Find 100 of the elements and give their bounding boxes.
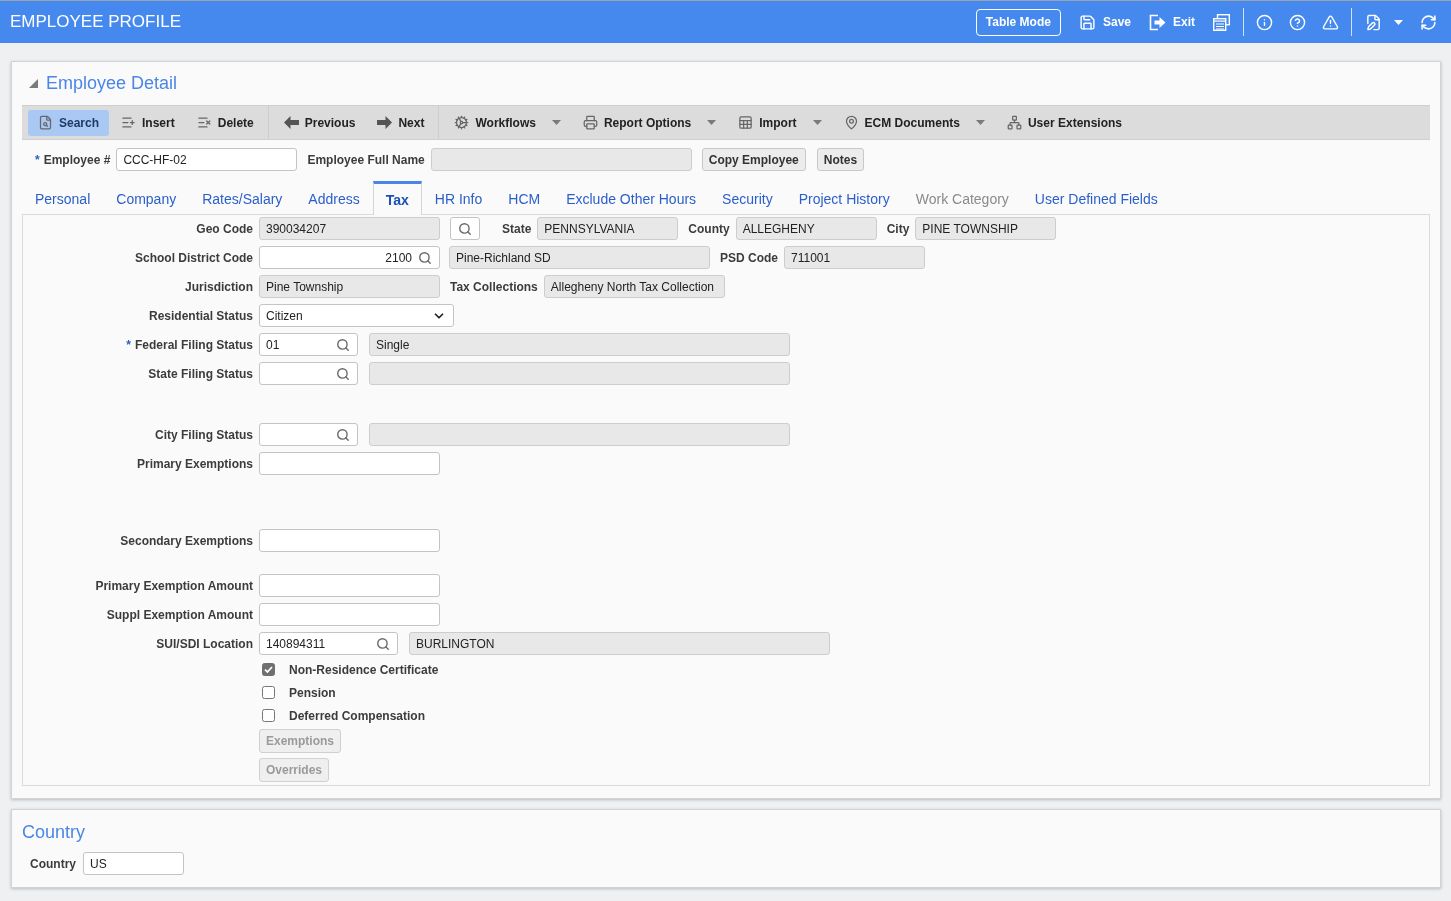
checkbox-label[interactable]: Pension <box>289 685 336 700</box>
save-icon <box>1078 13 1096 31</box>
field-label: Residential Status <box>148 308 253 323</box>
list-plus-icon <box>121 115 137 130</box>
required-mark: * <box>126 337 131 352</box>
search-icon[interactable] <box>418 250 432 265</box>
text-field: PINE TOWNSHIP <box>915 217 1057 240</box>
map-pin-icon <box>843 115 859 130</box>
select-field[interactable]: Citizen <box>259 304 454 327</box>
tab[interactable]: Rates/Salary <box>189 181 296 214</box>
tab[interactable]: HCM <box>495 181 554 214</box>
form-button[interactable]: Copy Employee <box>701 148 806 171</box>
field-label: Country <box>30 856 76 871</box>
tab[interactable]: Personal <box>22 181 104 214</box>
info-icon <box>1256 13 1273 31</box>
toolbar-button[interactable]: ECM Documents <box>833 109 995 136</box>
field-label: PSD Code <box>720 250 778 265</box>
field-label: Employee Full Name <box>307 152 425 167</box>
text-field[interactable] <box>259 574 440 597</box>
tab[interactable]: Security <box>709 181 786 214</box>
field-label: City Filing Status <box>155 427 253 442</box>
text-field[interactable] <box>259 529 440 552</box>
text-field: 711001 <box>784 246 925 269</box>
field-label: County <box>688 221 730 236</box>
required-mark: * <box>35 152 40 167</box>
field-label: Secondary Exemptions <box>120 533 253 548</box>
field-label: Primary Exemptions <box>136 456 253 471</box>
toolbar-button[interactable]: Previous <box>273 109 366 136</box>
tab[interactable]: Tax <box>372 181 422 215</box>
text-field: Pine Township <box>259 275 440 298</box>
description-field: BURLINGTON <box>409 632 830 655</box>
form-button[interactable]: Notes <box>816 148 865 171</box>
description-field: Single <box>369 333 790 356</box>
lookup-field[interactable] <box>259 362 358 385</box>
field-label: School District Code <box>135 250 253 265</box>
collapse-triangle-icon[interactable] <box>29 79 38 88</box>
search-icon <box>38 115 53 130</box>
text-field[interactable] <box>259 452 440 475</box>
search-icon[interactable] <box>336 366 350 381</box>
toolbar-button[interactable]: Import <box>728 109 832 136</box>
field-label: City <box>886 221 910 236</box>
gear-icon <box>454 115 470 130</box>
text-field[interactable] <box>259 603 440 626</box>
field-label: Primary Exemption Amount <box>95 578 253 593</box>
hierarchy-icon <box>1006 115 1022 130</box>
checkbox-label[interactable]: Non-Residence Certificate <box>289 662 439 677</box>
pencil-document-icon <box>1365 13 1382 31</box>
help-icon <box>1289 13 1306 31</box>
description-field: Pine-Richland SD <box>449 246 710 269</box>
caret-icon <box>1394 19 1403 25</box>
field-label: State <box>502 221 532 236</box>
lookup-button[interactable] <box>450 217 480 240</box>
section-title: Employee Detail <box>46 73 178 94</box>
toolbar-button[interactable]: Next <box>367 109 435 136</box>
checkbox-label[interactable]: Deferred Compensation <box>289 708 426 723</box>
text-field: Allegheny North Tax Collection <box>543 275 725 298</box>
tab[interactable]: User Defined Fields <box>1021 181 1171 214</box>
text-field: ALLEGHENY <box>735 217 877 240</box>
toolbar-button[interactable]: Delete <box>186 109 264 136</box>
toolbar-button[interactable]: Workflows <box>444 109 571 136</box>
tab[interactable]: Address <box>295 181 373 214</box>
search-icon[interactable] <box>376 636 390 651</box>
text-field[interactable]: US <box>83 852 184 875</box>
toolbar-button[interactable]: Insert <box>111 109 185 136</box>
field-label: Federal Filing Status <box>134 337 253 352</box>
field-label: SUI/SDI Location <box>156 636 253 651</box>
search-icon <box>458 221 472 236</box>
field-label: State Filing Status <box>148 366 253 381</box>
exit-icon <box>1149 13 1166 31</box>
checkbox[interactable] <box>262 709 275 722</box>
tab[interactable]: Project History <box>785 181 903 214</box>
tab[interactable]: Company <box>103 181 190 214</box>
toolbar-button[interactable]: User Extensions <box>996 109 1132 136</box>
toolbar-button[interactable]: Search <box>28 109 110 136</box>
search-icon[interactable] <box>336 427 350 442</box>
search-icon[interactable] <box>336 337 350 352</box>
field-label: Employee # <box>43 152 111 167</box>
checkbox[interactable] <box>262 686 275 699</box>
table-icon <box>738 115 754 130</box>
field-label: Suppl Exemption Amount <box>106 607 253 622</box>
field-label: Tax Collections <box>450 279 538 294</box>
toolbar-button[interactable]: Report Options <box>572 109 727 136</box>
field-label: Geo Code <box>196 221 253 236</box>
text-field[interactable]: CCC-HF-02 <box>116 148 298 171</box>
section-title: Country <box>22 821 87 843</box>
printer-icon <box>582 115 598 130</box>
arrow-right-icon <box>377 115 393 130</box>
arrow-left-icon <box>283 115 299 130</box>
refresh-icon <box>1420 13 1437 31</box>
list-x-icon <box>196 115 212 130</box>
lookup-field[interactable]: 2100 <box>259 246 440 269</box>
page-title: EMPLOYEE PROFILE <box>10 12 182 32</box>
field-label: Jurisdiction <box>185 279 253 294</box>
tab[interactable]: Exclude Other Hours <box>553 181 710 214</box>
checkbox[interactable] <box>262 663 275 676</box>
lookup-field[interactable] <box>259 423 358 446</box>
lookup-field[interactable]: 140894311 <box>259 632 398 655</box>
tab[interactable]: HR Info <box>421 181 496 214</box>
lookup-field[interactable]: 01 <box>259 333 358 356</box>
warning-icon <box>1322 13 1339 31</box>
